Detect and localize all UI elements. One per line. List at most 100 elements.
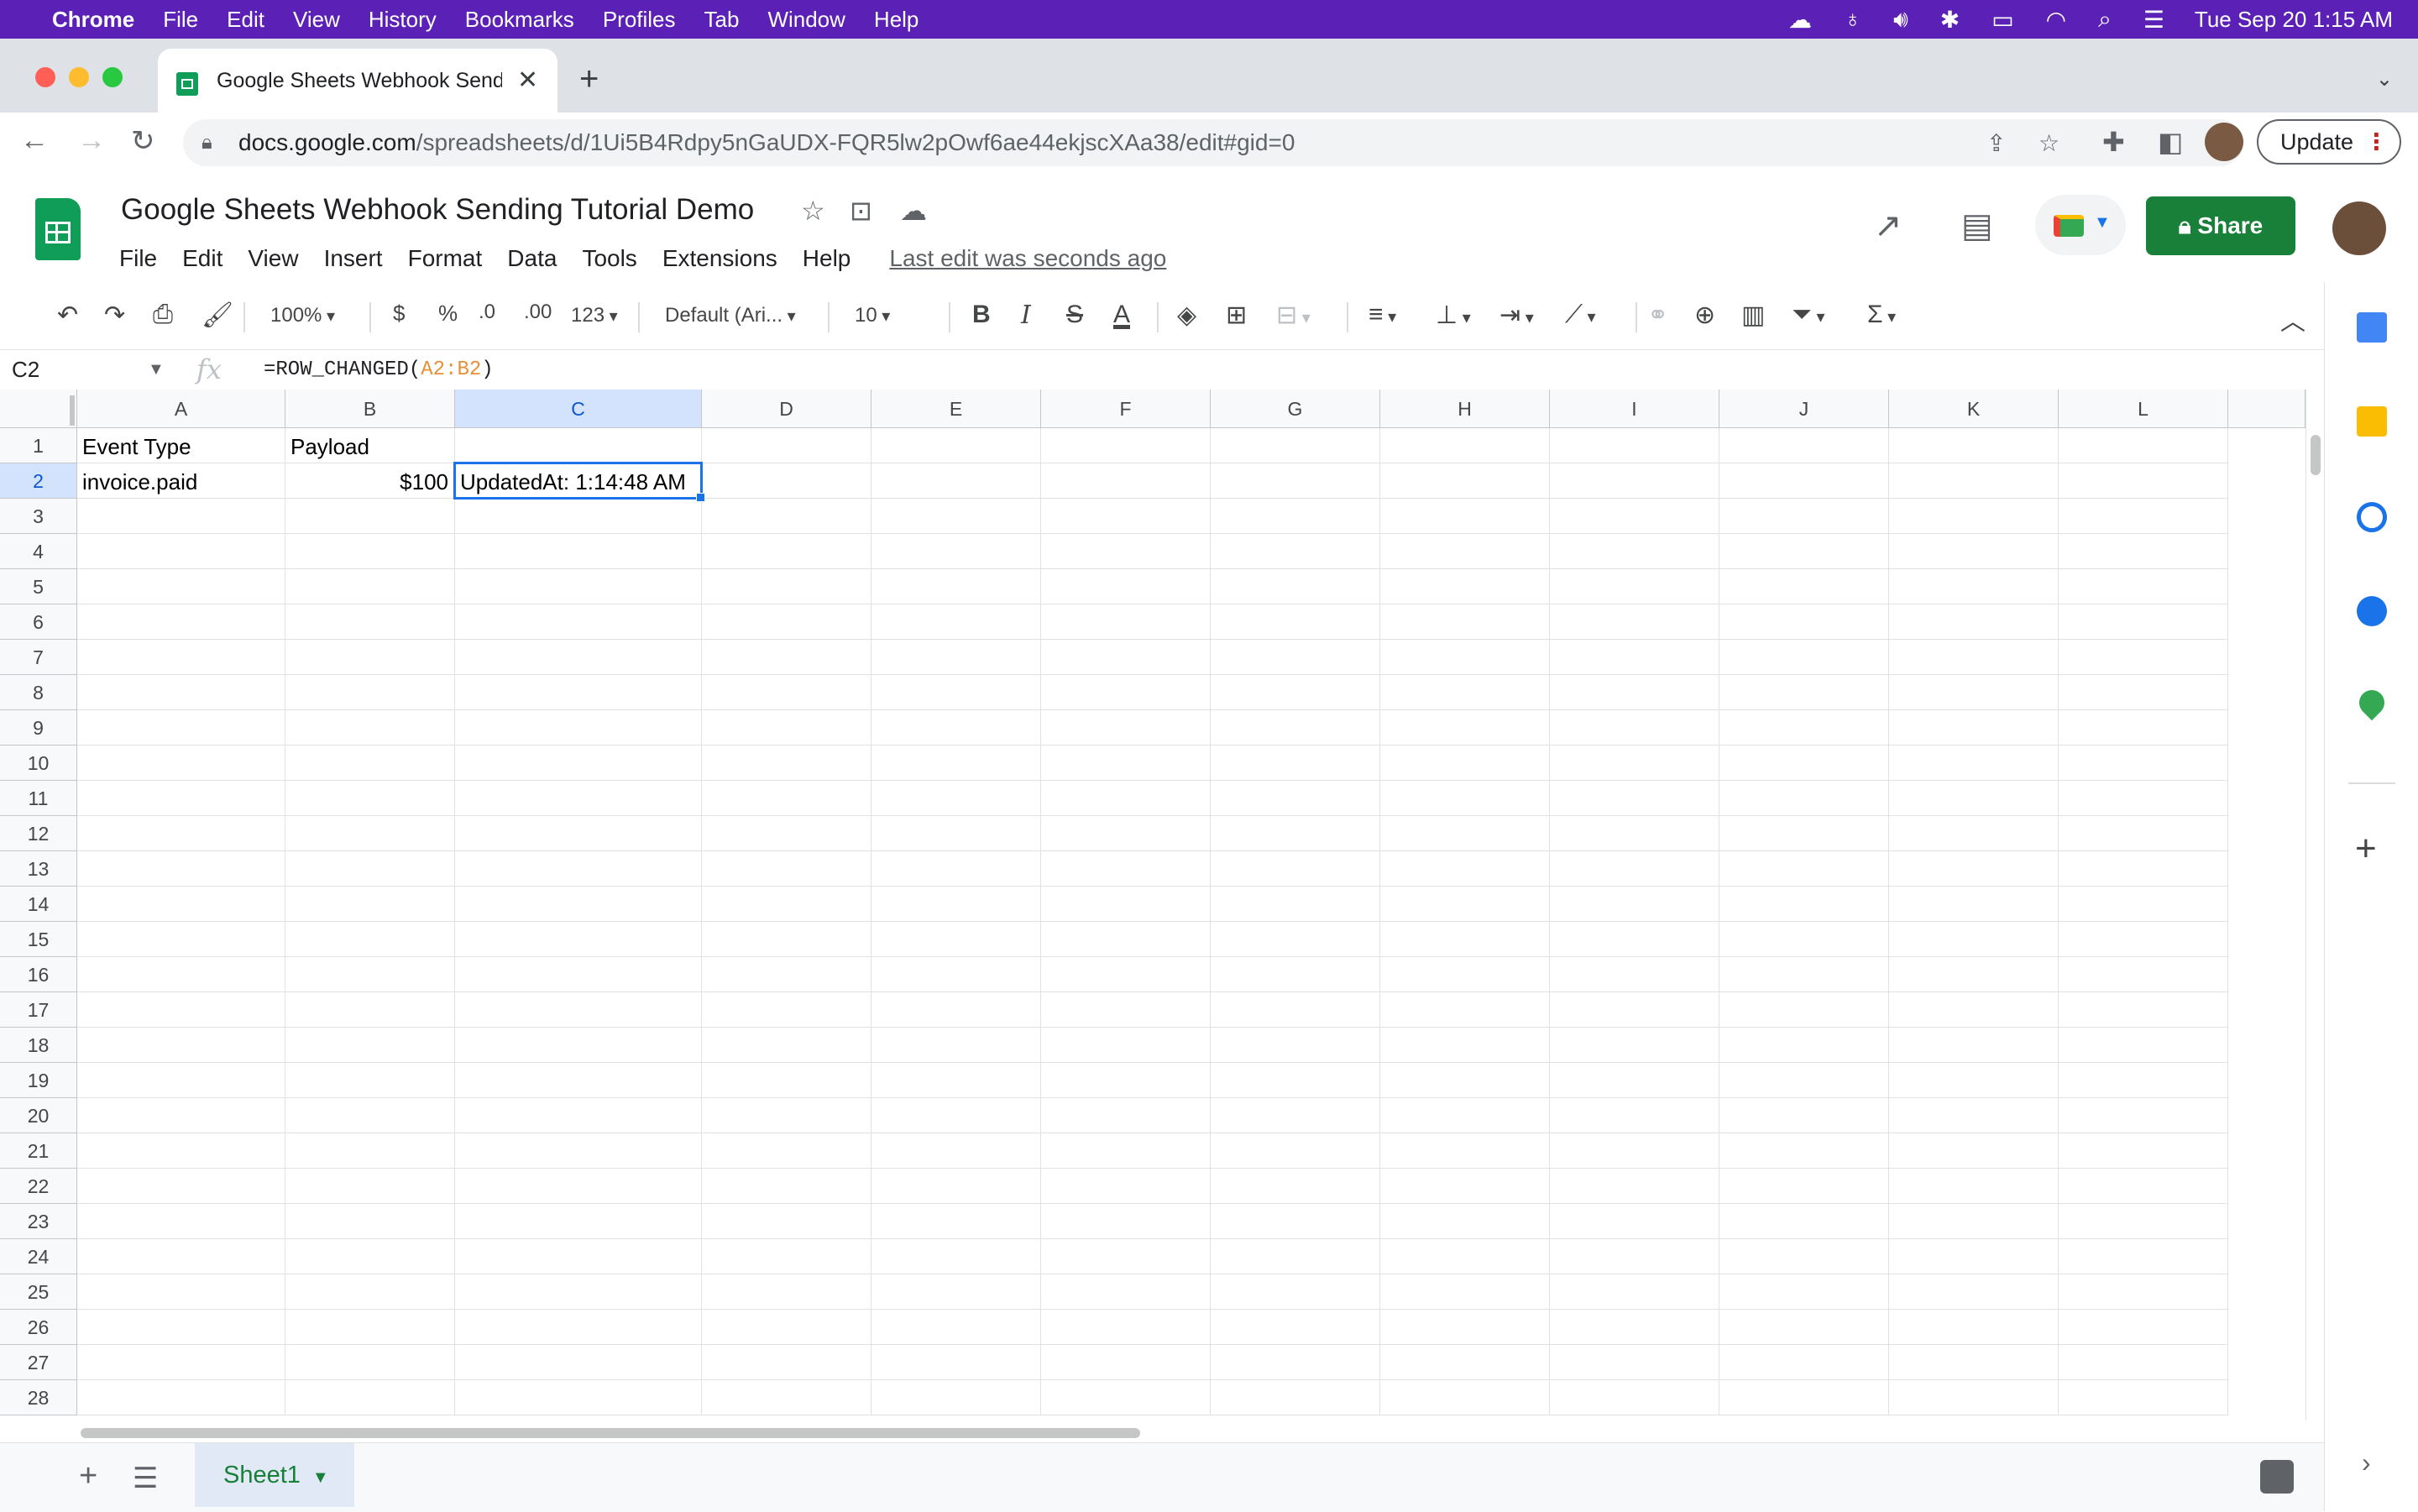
currency-format-button[interactable]: $: [393, 301, 405, 327]
wifi-icon[interactable]: ◠: [2046, 6, 2066, 34]
add-sheet-icon[interactable]: +: [79, 1458, 97, 1494]
hide-side-panel-chevron-icon[interactable]: ›: [2362, 1447, 2371, 1478]
menu-view[interactable]: View: [293, 7, 340, 33]
row-header-15[interactable]: 15: [0, 922, 77, 957]
bluetooth-icon[interactable]: ✱: [1940, 6, 1960, 34]
doc-menu-edit[interactable]: Edit: [182, 245, 222, 272]
row-header-20[interactable]: 20: [0, 1098, 77, 1133]
menu-bookmarks[interactable]: Bookmarks: [465, 7, 574, 33]
back-arrow-icon[interactable]: ←: [20, 124, 49, 157]
creative-cloud-icon[interactable]: ☁: [1788, 6, 1812, 34]
document-title[interactable]: Google Sheets Webhook Sending Tutorial D…: [121, 193, 754, 227]
row-header-27[interactable]: 27: [0, 1345, 77, 1380]
horizontal-align-icon[interactable]: ≡: [1369, 301, 1396, 329]
spotlight-search-icon[interactable]: ⌕: [2098, 6, 2112, 34]
column-header-d[interactable]: D: [702, 390, 871, 428]
share-button[interactable]: 🔒︎ Share: [2146, 196, 2295, 255]
explore-icon[interactable]: [2260, 1460, 2294, 1494]
row-header-3[interactable]: 3: [0, 499, 77, 534]
increase-decimal-button[interactable]: .00: [524, 301, 552, 324]
address-bar[interactable]: 🔒︎ docs.google.com/spreadsheets/d/1Ui5B4…: [183, 119, 2243, 166]
extensions-puzzle-icon[interactable]: ✚: [2102, 126, 2125, 158]
row-header-23[interactable]: 23: [0, 1204, 77, 1239]
column-header-b[interactable]: B: [285, 390, 455, 428]
cell-b2[interactable]: $100: [285, 469, 448, 495]
doc-menu-insert[interactable]: Insert: [324, 245, 383, 272]
zoom-select[interactable]: 100%: [270, 304, 335, 327]
update-button[interactable]: Update ⋮: [2257, 119, 2401, 165]
cell-a1[interactable]: Event Type: [82, 434, 191, 460]
row-header-19[interactable]: 19: [0, 1063, 77, 1098]
doc-menu-view[interactable]: View: [248, 245, 298, 272]
fill-color-icon[interactable]: ◈: [1177, 301, 1196, 330]
column-header-j[interactable]: J: [1719, 390, 1889, 428]
doc-menu-tools[interactable]: Tools: [582, 245, 636, 272]
maps-icon[interactable]: [2353, 684, 2390, 721]
row-header-16[interactable]: 16: [0, 957, 77, 992]
row-header-9[interactable]: 9: [0, 710, 77, 746]
fill-handle[interactable]: [696, 493, 705, 502]
vertical-scrollbar[interactable]: [2305, 390, 2325, 1420]
row-header-6[interactable]: 6: [0, 604, 77, 640]
functions-sigma-icon[interactable]: Σ: [1867, 301, 1896, 329]
row-header-14[interactable]: 14: [0, 887, 77, 922]
text-wrapping-icon[interactable]: ⇥: [1499, 301, 1534, 330]
row-header-10[interactable]: 10: [0, 746, 77, 781]
redo-icon[interactable]: ↷: [104, 301, 125, 330]
bookmark-star-icon[interactable]: ☆: [2039, 129, 2059, 157]
row-header-18[interactable]: 18: [0, 1028, 77, 1063]
cloud-status-icon[interactable]: ☁: [900, 195, 927, 227]
row-header-17[interactable]: 17: [0, 992, 77, 1028]
last-edit-link[interactable]: Last edit was seconds ago: [889, 245, 1166, 272]
paint-format-icon[interactable]: 🖌︎: [202, 301, 233, 330]
row-header-22[interactable]: 22: [0, 1169, 77, 1204]
menu-file[interactable]: File: [163, 7, 198, 33]
spreadsheet-grid[interactable]: ABCDEFGHIJKL 1 2 3 4 5 6 7 8 9 10 11 12 13 14 15 16 17 18…: [0, 390, 2324, 1420]
window-close-button[interactable]: [35, 67, 55, 87]
font-family-select[interactable]: Default (Ari...: [665, 304, 796, 327]
contacts-icon[interactable]: [2357, 596, 2387, 626]
vertical-align-icon[interactable]: ⊥: [1436, 301, 1471, 330]
italic-icon[interactable]: I: [1021, 301, 1031, 330]
column-header-i[interactable]: I: [1550, 390, 1719, 428]
all-sheets-list-icon[interactable]: ☰: [133, 1462, 158, 1495]
get-addons-plus-icon[interactable]: +: [2355, 828, 2377, 870]
address-url[interactable]: docs.google.com/spreadsheets/d/1Ui5B4Rdp…: [238, 129, 1295, 156]
volume-icon[interactable]: 🔊︎: [1893, 6, 1908, 34]
column-header-l[interactable]: L: [2059, 390, 2228, 428]
tab-close-icon[interactable]: ✕: [517, 65, 538, 95]
menu-profiles[interactable]: Profiles: [603, 7, 676, 33]
row-header-12[interactable]: 12: [0, 816, 77, 851]
row-header-7[interactable]: 7: [0, 640, 77, 675]
row-header-24[interactable]: 24: [0, 1239, 77, 1274]
row-header-2[interactable]: 2: [0, 463, 77, 499]
font-size-select[interactable]: 10: [855, 304, 890, 327]
row-header-4[interactable]: 4: [0, 534, 77, 569]
meet-button[interactable]: ▼: [2035, 195, 2126, 255]
text-color-icon[interactable]: A: [1113, 301, 1130, 329]
menu-window[interactable]: Window: [767, 7, 845, 33]
filter-icon[interactable]: ⏷: [1792, 301, 1825, 329]
window-zoom-button[interactable]: [102, 67, 123, 87]
menu-edit[interactable]: Edit: [227, 7, 264, 33]
column-header-f[interactable]: F: [1041, 390, 1211, 428]
move-folder-icon[interactable]: ⊡: [850, 195, 872, 227]
borders-icon[interactable]: ⊞: [1226, 301, 1247, 330]
strikethrough-icon[interactable]: S: [1066, 301, 1083, 329]
reload-icon[interactable]: ↻: [131, 124, 155, 158]
account-avatar[interactable]: [2332, 201, 2386, 255]
formula-input[interactable]: =ROW_CHANGED(A2:B2): [264, 358, 494, 381]
forward-arrow-icon[interactable]: →: [77, 124, 106, 157]
tasks-icon[interactable]: [2357, 502, 2387, 532]
window-minimize-button[interactable]: [69, 67, 89, 87]
row-header-13[interactable]: 13: [0, 851, 77, 887]
cell-b1[interactable]: Payload: [290, 434, 369, 460]
selected-cell-outline[interactable]: [453, 462, 705, 502]
row-header-26[interactable]: 26: [0, 1310, 77, 1345]
print-icon[interactable]: ⎙: [153, 301, 173, 329]
insert-comment-icon[interactable]: ⊕: [1694, 301, 1715, 330]
column-header-k[interactable]: K: [1889, 390, 2059, 428]
sheet-tab-sheet1[interactable]: Sheet1 ▼: [195, 1443, 354, 1507]
row-header-8[interactable]: 8: [0, 675, 77, 710]
cell-a2[interactable]: invoice.paid: [82, 469, 197, 495]
